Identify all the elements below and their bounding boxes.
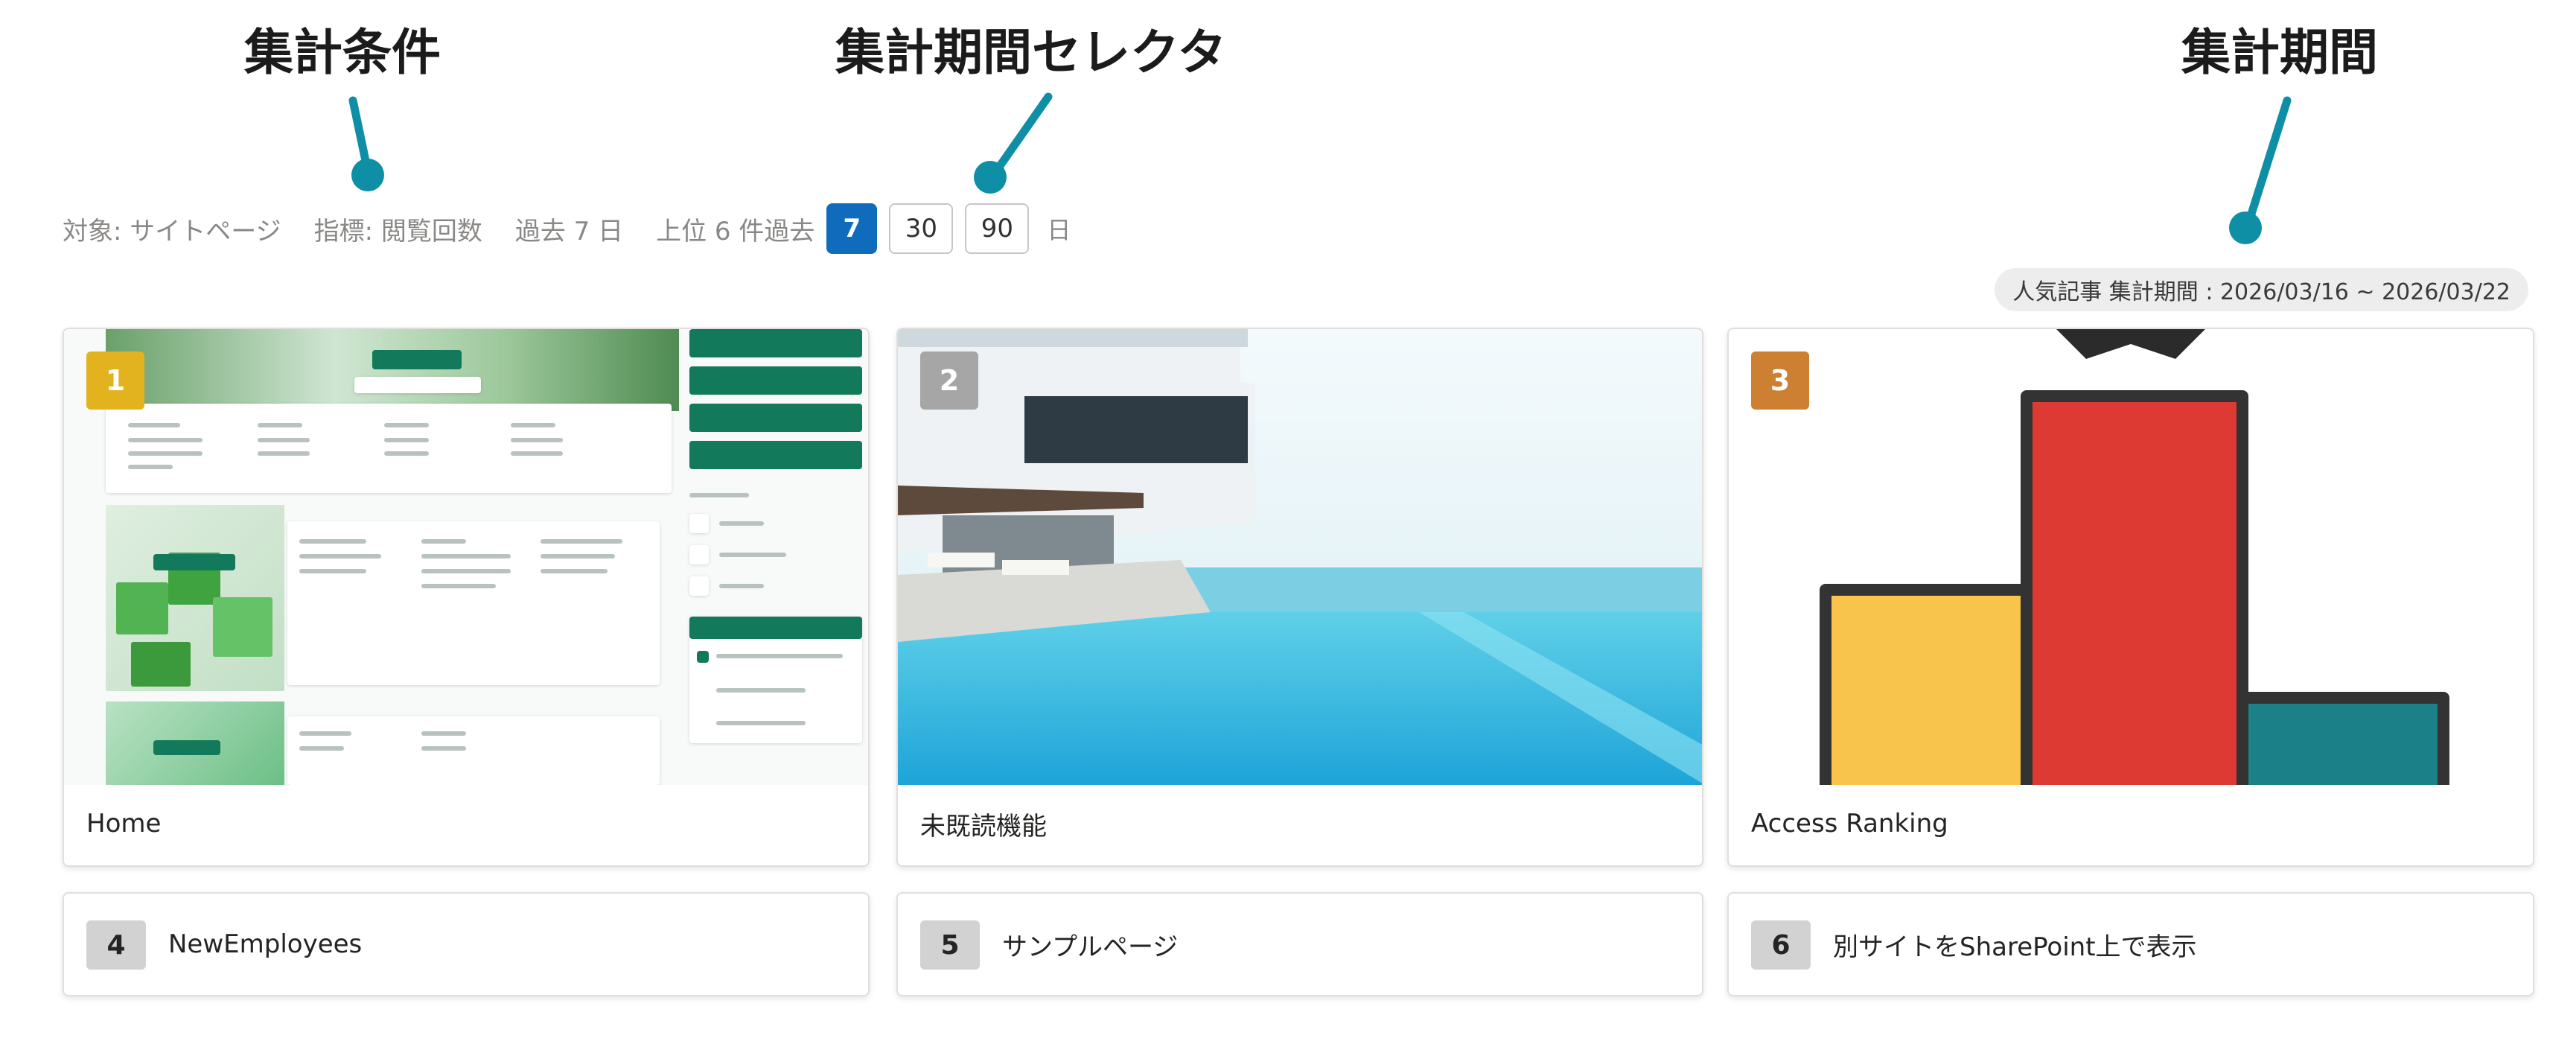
period-button-90[interactable]: 90 — [965, 203, 1030, 254]
ranking-card-3[interactable]: 3 Access Ranking — [1727, 328, 2534, 867]
criteria-target: 対象: サイトページ — [63, 216, 281, 246]
card-title-6: 別サイトをSharePoint上で表示 — [1833, 932, 2197, 962]
annotation-period: 集計期間 — [2181, 24, 2378, 81]
annotation-criteria: 集計条件 — [244, 24, 441, 81]
callout-line-criteria — [348, 96, 372, 176]
ranking-card-1[interactable]: 1 Home — [63, 328, 870, 867]
card-title-3: Access Ranking — [1751, 809, 1948, 839]
rank-badge-4: 4 — [86, 920, 146, 970]
rank-badge-3: 3 — [1751, 351, 1809, 410]
callout-line-period — [2244, 96, 2292, 228]
annotation-period-selector: 集計期間セレクタ — [835, 24, 1227, 81]
card-thumbnail-podium — [1729, 329, 2533, 785]
card-title-5: サンプルページ — [1002, 932, 1179, 962]
ranking-card-2[interactable]: 2 未既読機能 — [896, 328, 1703, 867]
criteria-range: 過去 7 日 — [514, 216, 624, 246]
card-title-2: 未既読機能 — [920, 811, 1047, 841]
period-button-7[interactable]: 7 — [826, 203, 878, 254]
callout-dot-selector — [974, 161, 1007, 194]
callout-dot-period — [2229, 211, 2262, 244]
rank-badge-1: 1 — [86, 351, 144, 410]
ranking-card-5[interactable]: 5 サンプルページ — [896, 892, 1703, 996]
rank-badge-5: 5 — [920, 920, 980, 970]
period-unit: 日 — [1047, 216, 1071, 244]
ranking-toolbar: 対象: サイトページ 指標: 閲覧回数 過去 7 日 上位 6 件 過去 7 3… — [63, 201, 1071, 256]
ranking-card-4[interactable]: 4 NewEmployees — [63, 892, 870, 996]
rank-badge-2: 2 — [920, 351, 978, 410]
card-title-4: NewEmployees — [168, 929, 363, 959]
period-button-30[interactable]: 30 — [889, 203, 954, 254]
card-thumbnail-pool-house — [898, 329, 1702, 785]
ranking-card-6[interactable]: 6 別サイトをSharePoint上で表示 — [1727, 892, 2534, 996]
callout-dot-criteria — [351, 159, 384, 191]
rank-badge-6: 6 — [1751, 920, 1811, 970]
callout-line-selector — [992, 92, 1053, 176]
period-past-label: 過去 — [764, 216, 815, 246]
criteria-top: 上位 6 件 — [656, 216, 765, 246]
card-thumbnail-site — [64, 329, 868, 785]
period-badge: 人気記事 集計期間 : 2026/03/16 ~ 2026/03/22 — [1995, 268, 2528, 311]
card-title-1: Home — [86, 809, 162, 839]
criteria-metric: 指標: 閲覧回数 — [313, 216, 482, 246]
